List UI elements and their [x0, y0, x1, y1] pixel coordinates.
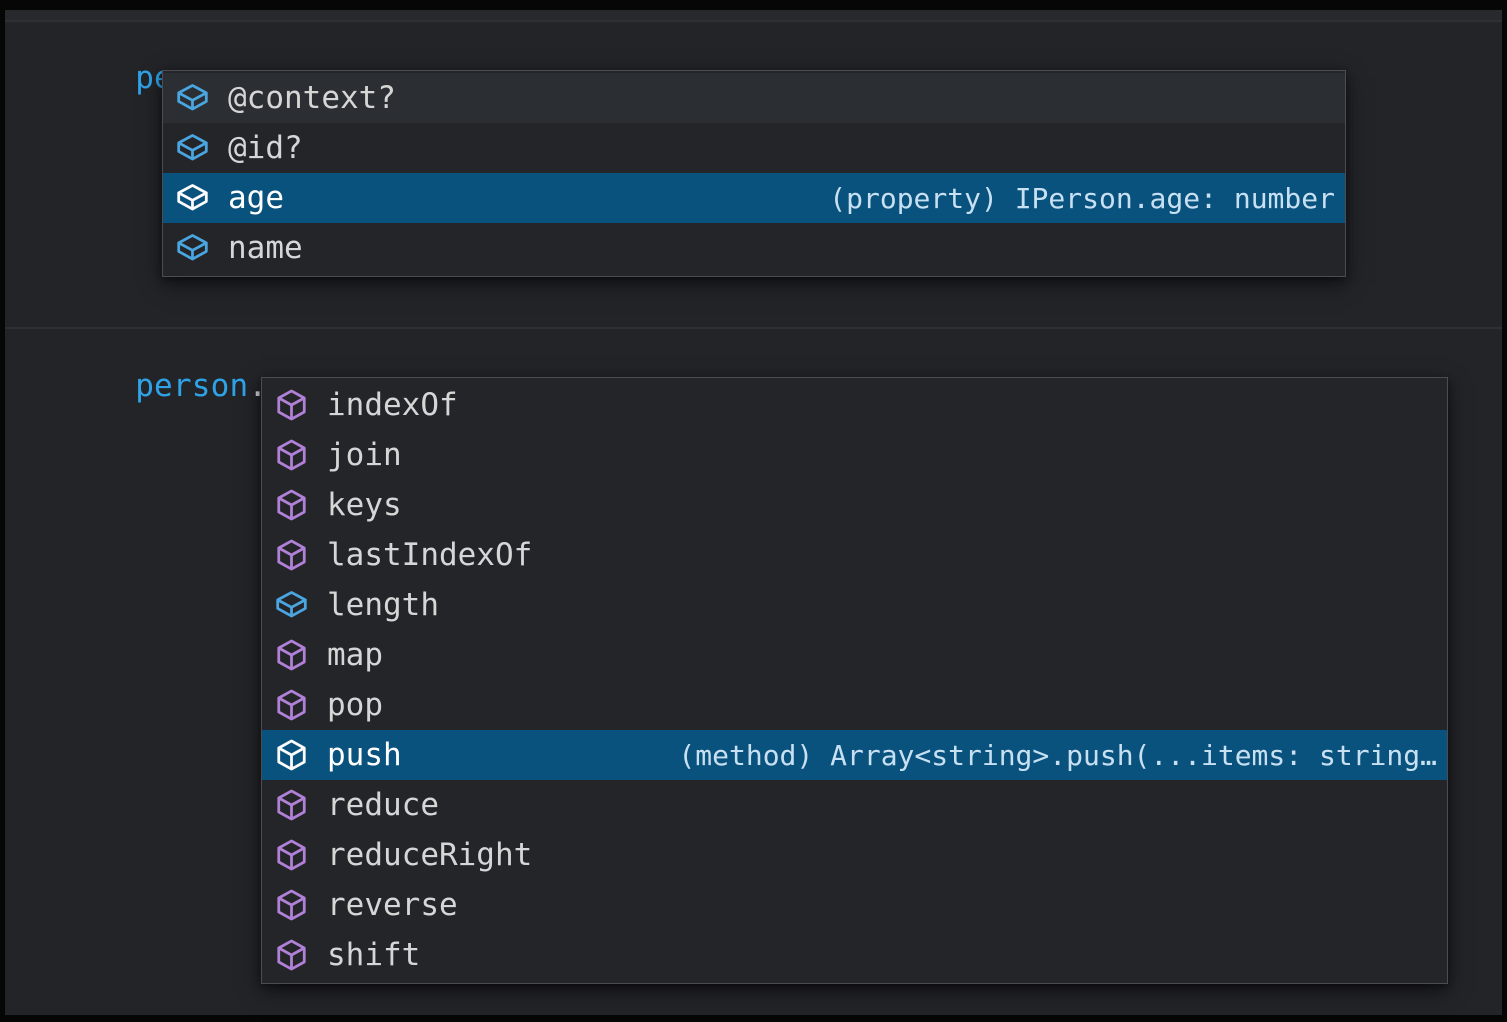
- suggest-item-context[interactable]: @context?: [163, 73, 1345, 123]
- suggest-item-age-selected[interactable]: age (property) IPerson.age: number: [163, 173, 1345, 223]
- section-divider: [5, 327, 1502, 329]
- suggest-item-label: length: [327, 587, 439, 623]
- suggest-item-pop[interactable]: pop: [262, 680, 1447, 730]
- suggest-item-label: reduce: [327, 787, 439, 823]
- symbol-method-icon: [274, 788, 309, 822]
- symbol-method-icon: [274, 538, 309, 572]
- suggest-item-label: pop: [327, 687, 383, 723]
- editor-top-band: [5, 10, 1502, 22]
- suggest-item-label: name: [228, 230, 303, 266]
- suggest-item-detail: (property) IPerson.age: number: [809, 182, 1335, 215]
- suggest-widget-person: @context? @id? age (property) IPerson.ag…: [162, 70, 1346, 277]
- suggest-item-label: push: [327, 737, 402, 773]
- suggest-item-shift[interactable]: shift: [262, 930, 1447, 980]
- symbol-field-icon: [175, 81, 210, 115]
- suggest-item-reduce[interactable]: reduce: [262, 780, 1447, 830]
- suggest-item-label: @id?: [228, 130, 303, 166]
- symbol-method-icon: [274, 838, 309, 872]
- screenshot-frame: person.; @context? @id? age (property) I…: [0, 0, 1507, 1022]
- suggest-item-label: join: [327, 437, 402, 473]
- suggest-item-label: @context?: [228, 80, 396, 116]
- symbol-method-icon: [274, 938, 309, 972]
- symbol-method-icon: [274, 688, 309, 722]
- suggest-item-map[interactable]: map: [262, 630, 1447, 680]
- token-variable-person: person: [135, 368, 248, 404]
- code-editor[interactable]: person.; @context? @id? age (property) I…: [5, 10, 1502, 1015]
- suggest-item-label: map: [327, 637, 383, 673]
- suggest-item-push-selected[interactable]: push (method) Array<string>.push(...item…: [262, 730, 1447, 780]
- suggest-item-label: shift: [327, 937, 420, 973]
- suggest-item-label: age: [228, 180, 284, 216]
- symbol-field-icon: [274, 588, 309, 622]
- symbol-method-icon: [274, 488, 309, 522]
- suggest-item-reduceright[interactable]: reduceRight: [262, 830, 1447, 880]
- suggest-item-keys[interactable]: keys: [262, 480, 1447, 530]
- suggest-widget-name: indexOf join keys lastIndexOf length map: [261, 377, 1448, 984]
- suggest-item-lastindexof[interactable]: lastIndexOf: [262, 530, 1447, 580]
- symbol-field-icon: [175, 181, 210, 215]
- symbol-method-icon: [274, 888, 309, 922]
- symbol-method-icon: [274, 438, 309, 472]
- symbol-method-icon: [274, 638, 309, 672]
- suggest-item-label: reduceRight: [327, 837, 532, 873]
- symbol-field-icon: [175, 231, 210, 265]
- suggest-item-label: lastIndexOf: [327, 537, 532, 573]
- suggest-item-label: indexOf: [327, 387, 458, 423]
- symbol-method-icon: [274, 738, 309, 772]
- suggest-item-length[interactable]: length: [262, 580, 1447, 630]
- suggest-item-detail: (method) Array<string>.push(...items: st…: [658, 739, 1437, 772]
- symbol-method-icon: [274, 388, 309, 422]
- suggest-item-label: keys: [327, 487, 402, 523]
- suggest-item-name[interactable]: name: [163, 223, 1345, 273]
- suggest-item-reverse[interactable]: reverse: [262, 880, 1447, 930]
- suggest-item-id[interactable]: @id?: [163, 123, 1345, 173]
- suggest-item-indexof[interactable]: indexOf: [262, 380, 1447, 430]
- suggest-item-join[interactable]: join: [262, 430, 1447, 480]
- suggest-item-label: reverse: [327, 887, 458, 923]
- symbol-field-icon: [175, 131, 210, 165]
